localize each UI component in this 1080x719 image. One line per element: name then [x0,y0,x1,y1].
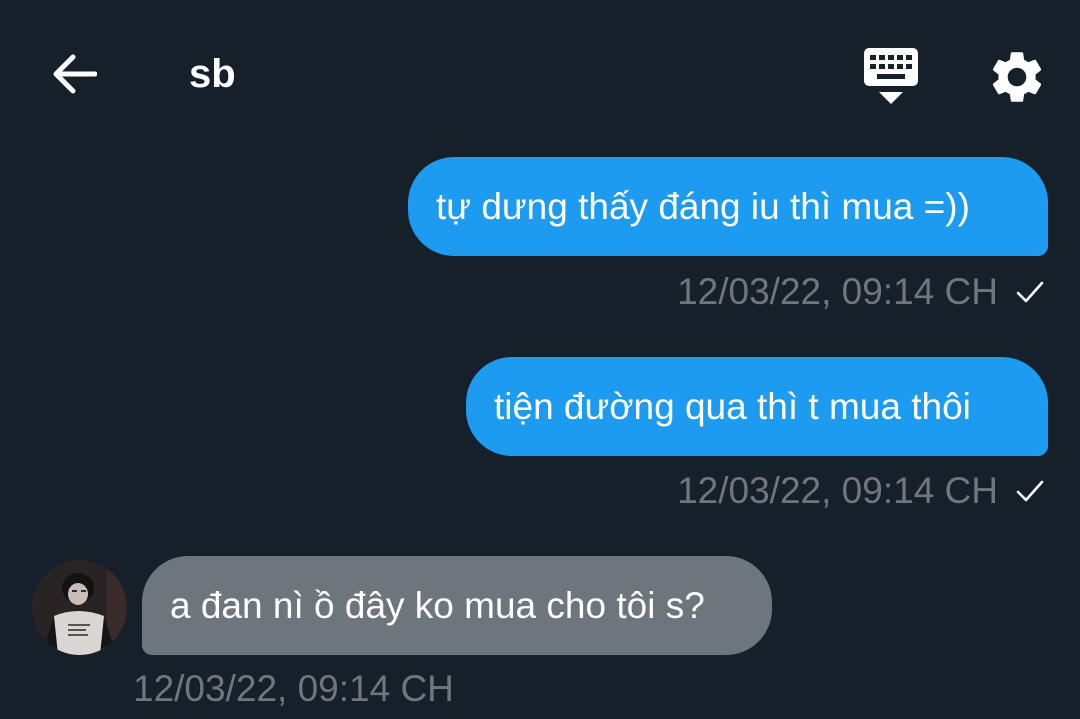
message-bubble-outgoing[interactable]: tiện đường qua thì t mua thôi [466,357,1048,456]
check-icon [1016,281,1044,303]
message-bubble-outgoing[interactable]: tự dưng thấy đáng iu thì mua =)) [408,157,1048,256]
message-timestamp: 12/03/22, 09:14 CH [677,271,998,312]
arrow-left-icon [53,54,97,94]
gear-icon [992,52,1042,102]
back-button[interactable] [44,44,104,104]
message-text: tự dưng thấy đáng iu thì mua =)) [436,186,970,227]
settings-button[interactable] [986,46,1048,108]
avatar-image [32,560,127,655]
message-timestamp: 12/03/22, 09:14 CH [133,668,454,709]
conversation-title: sb [189,52,236,96]
message-text: tiện đường qua thì t mua thôi [494,386,971,427]
message-timestamp: 12/03/22, 09:14 CH [677,470,998,511]
message-bubble-incoming[interactable]: a đan nì ồ đây ko mua cho tôi s? [142,556,772,655]
chat-header: sb [0,0,1080,150]
keyboard-icon [864,48,918,104]
keyboard-button[interactable] [858,44,924,108]
check-icon [1016,480,1044,502]
message-text: a đan nì ồ đây ko mua cho tôi s? [170,585,705,626]
avatar[interactable] [32,560,127,655]
